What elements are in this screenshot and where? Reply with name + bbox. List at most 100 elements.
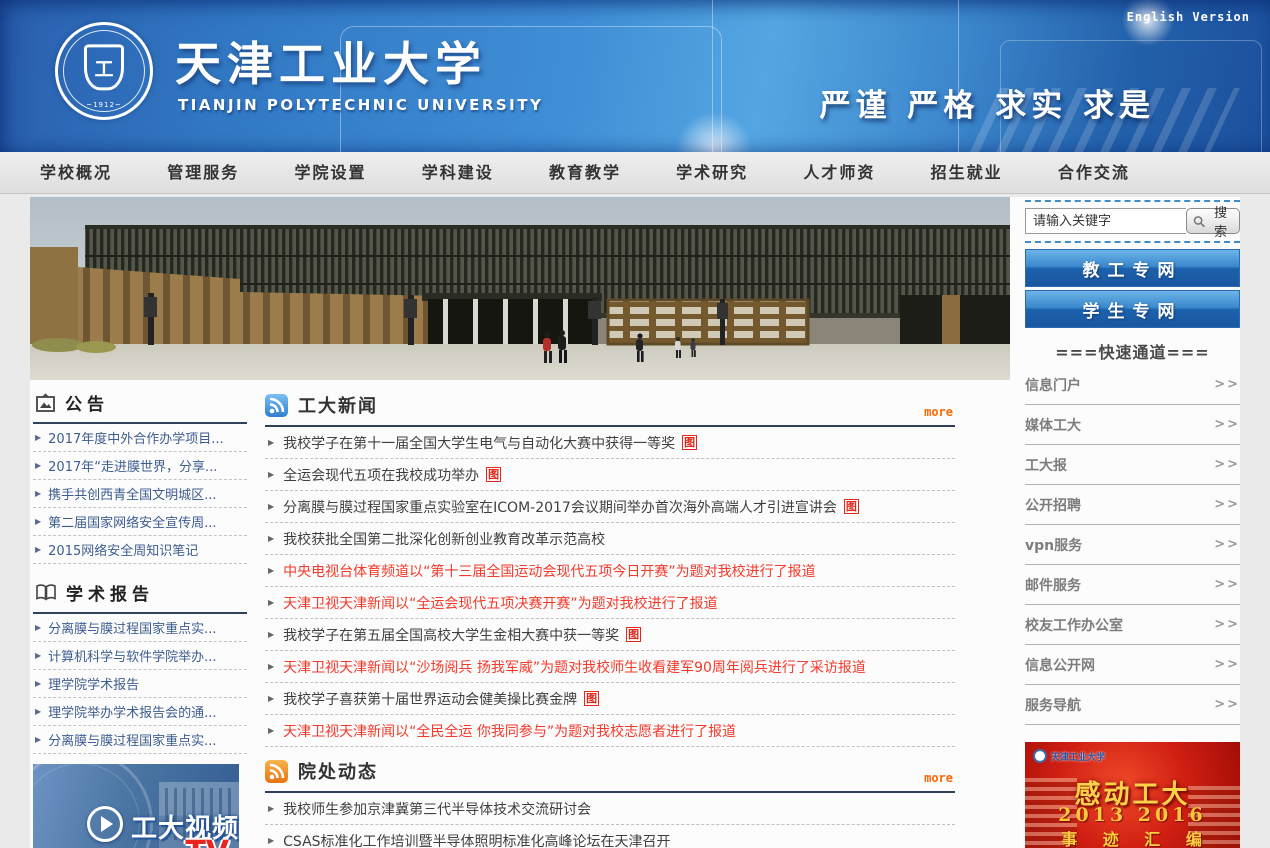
video-banner-tv-label: TV [185, 835, 229, 848]
image-badge: 图 [626, 627, 642, 642]
news-section-header: 工大新闻 more [265, 392, 955, 427]
nav-item[interactable]: 学校概况 [40, 152, 112, 193]
dept-news-item[interactable]: CSAS标准化工作培训暨半导体照明标准化高峰论坛在天津召开 [265, 825, 955, 848]
image-badge: 图 [486, 467, 502, 482]
quick-link[interactable]: 工大报 >> [1025, 445, 1240, 485]
notices-title: 公告 [65, 395, 109, 415]
main-content: 工大新闻 more 我校学子在第十一届全国大学生电气与自动化大赛中获得一等奖 图… [265, 392, 955, 848]
report-item[interactable]: 分离膜与膜过程国家重点实... [33, 614, 247, 642]
quick-link[interactable]: 公开招聘 >> [1025, 485, 1240, 525]
report-item[interactable]: 计算机科学与软件学院举办... [33, 642, 247, 670]
report-item[interactable]: 分离膜与膜过程国家重点实... [33, 726, 247, 754]
promo-banner[interactable]: 天津工业大学 感动工大 2013 2016 事 迹 汇 编 [1025, 742, 1240, 848]
nav-item[interactable]: 教育教学 [549, 152, 621, 193]
chevron-right-icon: >> [1214, 497, 1240, 512]
main-nav: 学校概况 管理服务 学院设置 学科建设 教育教学 学术研究 人才师资 招生就业 … [0, 152, 1270, 194]
chevron-right-icon: >> [1214, 577, 1240, 592]
reports-header: 学术报告 [33, 578, 247, 614]
news-item[interactable]: 全运会现代五项在我校成功举办 图 [265, 459, 955, 491]
university-seal-icon: 工 ~1912~ [55, 22, 153, 120]
quick-link[interactable]: 信息公开网 >> [1025, 645, 1240, 685]
news-item[interactable]: 我校获批全国第二批深化创新创业教育改革示范高校 [265, 523, 955, 555]
quick-link[interactable]: vpn服务 >> [1025, 525, 1240, 565]
news-section-title: 工大新闻 [298, 396, 378, 417]
portal-button[interactable]: 教工专网 [1025, 249, 1240, 287]
campus-photo-illustration [30, 197, 1010, 380]
chevron-right-icon: >> [1214, 457, 1240, 472]
nav-item[interactable]: 管理服务 [167, 152, 239, 193]
news-item-text: 天津卫视天津新闻以“沙场阅兵 扬我军威”为题对我校师生收看建军90周年阅兵进行了… [283, 659, 866, 676]
quick-link[interactable]: 信息门户 >> [1025, 365, 1240, 405]
notice-item[interactable]: 携手共创西青全国文明城区... [33, 480, 247, 508]
nav-item[interactable]: 学术研究 [676, 152, 748, 193]
quick-link-label: 媒体工大 [1025, 417, 1081, 434]
news-item[interactable]: 天津卫视天津新闻以“全民全运 你我同参与”为题对我校志愿者进行了报道 [265, 715, 955, 747]
seal-year: ~1912~ [86, 101, 122, 109]
dept-news-item[interactable]: 我校师生参加京津冀第三代半导体技术交流研讨会 [265, 793, 955, 825]
quick-link[interactable]: 媒体工大 >> [1025, 405, 1240, 445]
news-item-text: 全运会现代五项在我校成功举办 [283, 467, 480, 484]
news-item[interactable]: 我校学子在第五届全国高校大学生金相大赛中获一等奖 图 [265, 619, 955, 651]
quick-link-label: 公开招聘 [1025, 497, 1081, 514]
notice-item[interactable]: 2017年“走进膜世界，分享... [33, 452, 247, 480]
dept-news-item-text: CSAS标准化工作培训暨半导体照明标准化高峰论坛在天津召开 [283, 833, 671, 848]
search-button[interactable]: 搜索 [1186, 206, 1240, 240]
news-item-text: 我校学子在第五届全国高校大学生金相大赛中获一等奖 [283, 627, 620, 644]
banner-logo: 天津工业大学 [1033, 749, 1105, 763]
dept-news-list: 我校师生参加京津冀第三代半导体技术交流研讨会 CSAS标准化工作培训暨半导体照明… [265, 793, 955, 848]
news-item[interactable]: 天津卫视天津新闻以“全运会现代五项决赛开赛”为题对我校进行了报道 [265, 587, 955, 619]
dashed-divider [1025, 241, 1240, 243]
quick-link-label: 校友工作办公室 [1025, 617, 1123, 634]
news-item[interactable]: 中央电视台体育频道以“第十三届全国运动会现代五项今日开赛”为题对我校进行了报道 [265, 555, 955, 587]
chevron-right-icon: >> [1214, 537, 1240, 552]
dept-news-section: 院处动态 more 我校师生参加京津冀第三代半导体技术交流研讨会 CSAS标准化… [265, 758, 955, 848]
university-seal-icon [1033, 749, 1047, 763]
notice-item[interactable]: 第二届国家网络安全宣传周... [33, 508, 247, 536]
nav-item[interactable]: 合作交流 [1058, 152, 1130, 193]
homepage: 工 ~1912~ 天津工业大学 TIANJIN POLYTECHNIC UNIV… [0, 0, 1270, 848]
image-badge: 图 [584, 691, 600, 706]
quick-link-label: 邮件服务 [1025, 577, 1081, 594]
university-logo[interactable]: 工 ~1912~ [55, 22, 153, 120]
rss-feed-icon [265, 759, 288, 783]
banner-years: 2013 2016 [1058, 804, 1207, 826]
video-banner[interactable]: 工大视频 TV [33, 764, 239, 848]
quick-link-label: 信息公开网 [1025, 657, 1095, 674]
portal-button[interactable]: 学生专网 [1025, 290, 1240, 328]
rss-feed-icon [265, 393, 288, 417]
nav-item[interactable]: 学科建设 [422, 152, 494, 193]
university-name-en: TIANJIN POLYTECHNIC UNIVERSITY [178, 96, 544, 114]
quick-link[interactable]: 邮件服务 >> [1025, 565, 1240, 605]
notices-list: 2017年度中外合作办学项目... 2017年“走进膜世界，分享... 携手共创… [33, 424, 247, 564]
news-item[interactable]: 分离膜与膜过程国家重点实验室在ICOM-2017会议期间举办首次海外高端人才引进… [265, 491, 955, 523]
header-decor-line [712, 0, 959, 152]
quick-link[interactable]: 服务导航 >> [1025, 685, 1240, 725]
quick-link[interactable]: 校友工作办公室 >> [1025, 605, 1240, 645]
left-sidebar: 公告 2017年度中外合作办学项目... 2017年“走进膜世界，分享... 携… [33, 388, 247, 848]
image-badge: 图 [843, 499, 859, 514]
news-item[interactable]: 我校学子喜获第十届世界运动会健美操比赛金牌 图 [265, 683, 955, 715]
news-item-text: 分离膜与膜过程国家重点实验室在ICOM-2017会议期间举办首次海外高端人才引进… [283, 499, 837, 516]
picture-frame-icon [36, 392, 55, 412]
search-input[interactable] [1025, 208, 1186, 234]
dept-news-more-link[interactable]: more [924, 771, 953, 785]
chevron-right-icon: >> [1214, 377, 1240, 392]
news-more-link[interactable]: more [924, 405, 953, 419]
news-item[interactable]: 天津卫视天津新闻以“沙场阅兵 扬我军威”为题对我校师生收看建军90周年阅兵进行了… [265, 651, 955, 683]
notice-item[interactable]: 2017年度中外合作办学项目... [33, 424, 247, 452]
nav-item[interactable]: 招生就业 [931, 152, 1003, 193]
news-item-text: 我校学子在第十一届全国大学生电气与自动化大赛中获得一等奖 [283, 435, 676, 452]
english-version-link[interactable]: English Version [1127, 10, 1250, 24]
chevron-right-icon: >> [1214, 657, 1240, 672]
news-item[interactable]: 我校学子在第十一届全国大学生电气与自动化大赛中获得一等奖 图 [265, 427, 955, 459]
nav-item[interactable]: 人才师资 [803, 152, 875, 193]
news-item-text: 我校学子喜获第十届世界运动会健美操比赛金牌 [283, 691, 578, 708]
portal-buttons: 教工专网 学生专网 [1025, 249, 1240, 328]
report-item[interactable]: 理学院学术报告 [33, 670, 247, 698]
nav-item[interactable]: 学院设置 [294, 152, 366, 193]
dept-news-title: 院处动态 [298, 762, 378, 783]
report-item[interactable]: 理学院举办学术报告会的通... [33, 698, 247, 726]
search-button-label: 搜索 [1214, 206, 1228, 240]
notice-item[interactable]: 2015网络安全周知识笔记 [33, 536, 247, 564]
news-item-text: 中央电视台体育频道以“第十三届全国运动会现代五项今日开赛”为题对我校进行了报道 [283, 563, 816, 580]
